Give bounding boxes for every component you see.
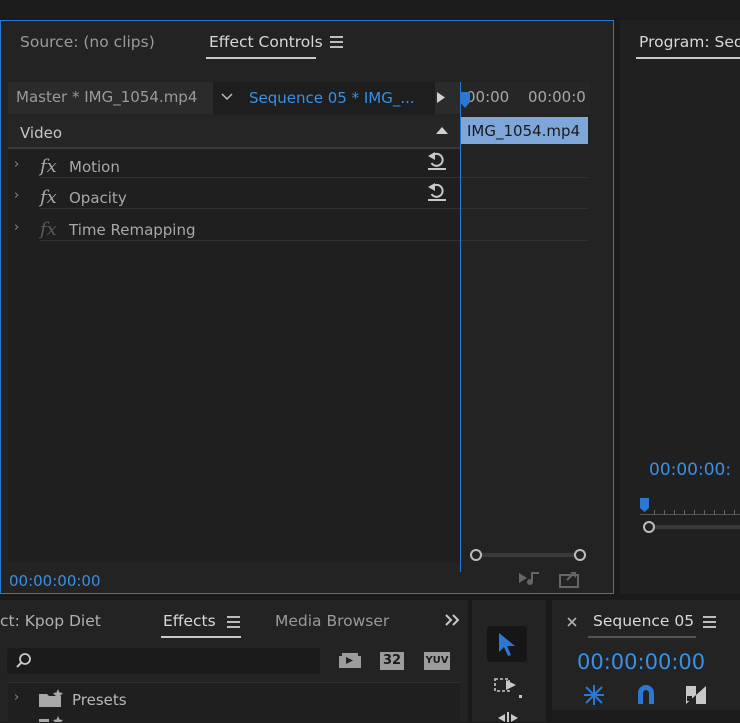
linked-selection-icon[interactable] — [684, 684, 708, 706]
panel-menu-icon[interactable] — [227, 616, 241, 628]
program-zoom-scrollbar[interactable] — [641, 520, 740, 534]
tab-effect-controls[interactable]: Effect Controls — [209, 33, 323, 51]
active-tab-underline — [636, 57, 740, 59]
playhead-line — [460, 82, 461, 572]
track-select-tool-icon[interactable] — [494, 675, 524, 699]
playhead-marker-icon[interactable] — [460, 92, 470, 108]
tab-sequence[interactable]: Sequence 05 — [593, 612, 694, 630]
panel-menu-icon[interactable] — [703, 616, 717, 628]
audio-icon[interactable] — [519, 570, 543, 586]
active-tab-underline — [206, 57, 316, 59]
search-icon — [16, 653, 32, 669]
ruler-time: 00:00 — [466, 88, 510, 106]
expand-chevron-icon[interactable]: › — [14, 157, 19, 172]
sequence-selector[interactable]: Sequence 05 * IMG_... — [213, 82, 435, 114]
close-icon[interactable] — [566, 616, 578, 628]
property-label: Motion — [69, 158, 120, 176]
clip-bar[interactable]: IMG_1054.mp4 — [461, 117, 588, 144]
overflow-tabs-icon[interactable] — [444, 613, 460, 627]
panel-menu-icon[interactable] — [330, 36, 344, 48]
clip-header-row: Master * IMG_1054.mp4 Sequence 05 * IMG_… — [8, 82, 460, 114]
export-icon[interactable] — [559, 570, 581, 588]
sequence-selector-label: Sequence 05 * IMG_... — [249, 89, 415, 107]
selection-arrow-icon — [498, 632, 516, 656]
sequence-timecode[interactable]: 00:00:00:00 — [577, 650, 705, 674]
accelerated-effects-filter-icon[interactable] — [338, 650, 364, 670]
32bit-filter-icon[interactable]: 32 — [380, 652, 404, 670]
tab-underline — [588, 636, 696, 638]
program-time-ruler[interactable] — [640, 506, 740, 520]
effect-controls-timecode[interactable]: 00:00:00:00 — [9, 572, 101, 590]
fx-icon[interactable]: fx — [40, 187, 57, 208]
reset-icon[interactable] — [426, 181, 448, 203]
tab-media-browser[interactable]: Media Browser — [275, 612, 389, 630]
sequence-ruler-strip[interactable] — [552, 710, 740, 722]
clip-bar-label: IMG_1054.mp4 — [467, 122, 581, 140]
program-timecode[interactable]: 00:00:00: — [649, 460, 731, 480]
tab-project[interactable]: ct: Kpop Diet — [0, 612, 101, 630]
nest-sequence-icon[interactable] — [582, 684, 606, 706]
property-label: Time Remapping — [69, 221, 196, 239]
folder-star-icon — [38, 716, 64, 722]
reset-icon[interactable] — [426, 150, 448, 172]
row-divider — [40, 240, 588, 241]
play-only-icon[interactable] — [436, 91, 446, 104]
tree-item-label: Presets — [72, 691, 127, 709]
mini-timeline-ruler[interactable]: 00:00 00:00:0 — [461, 82, 590, 114]
zoom-scrollbar[interactable] — [470, 548, 586, 562]
fx-icon[interactable]: fx — [40, 156, 57, 177]
folder-star-icon — [38, 689, 64, 709]
expand-chevron-icon[interactable]: › — [14, 690, 19, 705]
snap-magnet-icon[interactable] — [635, 684, 657, 706]
master-clip-label[interactable]: Master * IMG_1054.mp4 — [16, 88, 197, 106]
video-section-label: Video — [20, 124, 63, 142]
property-label: Opacity — [69, 189, 127, 207]
video-section-header: Video — [8, 117, 460, 147]
yuv-filter-icon[interactable]: YUV — [424, 652, 450, 670]
tree-item-presets[interactable]: › Presets — [8, 687, 460, 715]
active-tab-underline — [161, 636, 241, 638]
row-divider — [40, 177, 588, 178]
fx-icon-disabled: fx — [40, 219, 57, 240]
expand-chevron-icon[interactable]: › — [14, 220, 19, 235]
expand-chevron-icon[interactable]: › — [14, 188, 19, 203]
collapse-up-icon[interactable] — [436, 127, 448, 135]
tab-effects[interactable]: Effects — [163, 612, 216, 630]
row-divider — [40, 208, 588, 209]
ruler-time: 00:00:0 — [528, 88, 586, 106]
tab-program[interactable]: Program: Seq — [639, 33, 740, 51]
selection-tool-button[interactable] — [487, 626, 527, 662]
ripple-edit-tool-icon[interactable] — [496, 712, 520, 722]
top-strip — [0, 0, 740, 18]
tab-source[interactable]: Source: (no clips) — [20, 33, 155, 51]
effects-search-input[interactable] — [7, 648, 320, 674]
chevron-down-icon — [221, 93, 233, 101]
